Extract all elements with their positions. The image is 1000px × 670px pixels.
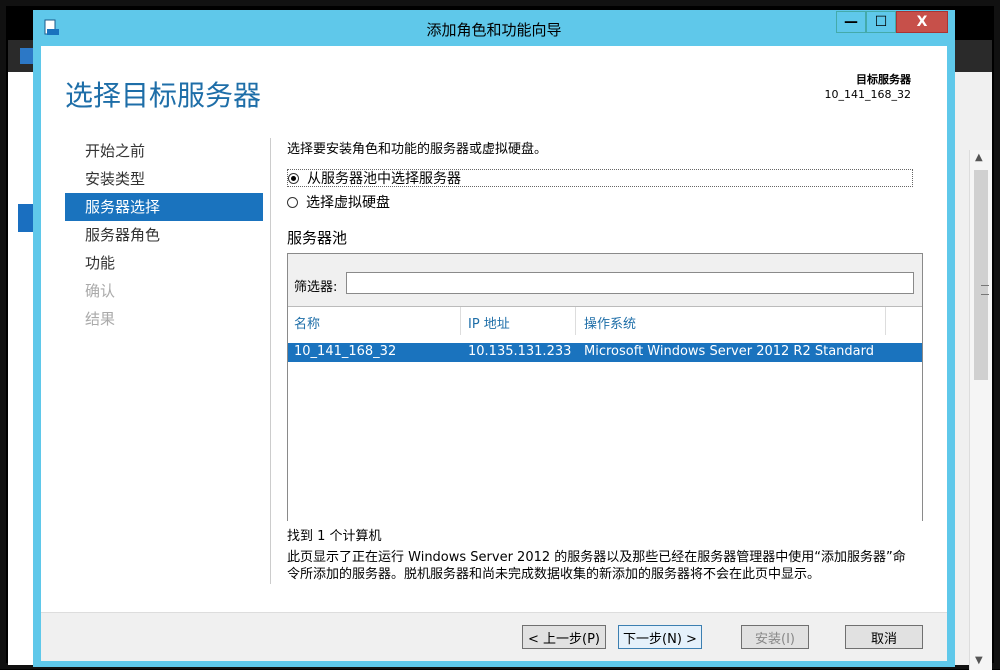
close-icon: X <box>916 14 928 30</box>
nav-item-installation-type[interactable]: 安装类型 <box>65 165 263 193</box>
column-header-ip[interactable]: IP 地址 <box>468 313 510 332</box>
target-server-info: 目标服务器 10_141_168_32 <box>825 71 912 101</box>
dialog-titlebar: 添加角色和功能向导 — ☐ X <box>33 10 955 46</box>
column-divider[interactable] <box>885 307 886 335</box>
filter-label: 筛选器: <box>294 280 338 295</box>
scroll-down-icon[interactable]: ▼ <box>975 655 983 666</box>
scroll-thumb[interactable] <box>974 170 989 380</box>
wizard-dialog: 添加角色和功能向导 — ☐ X 选择目标服务器 目标服务器 10_141_168… <box>33 10 955 667</box>
close-button[interactable]: X <box>896 11 948 33</box>
radio-checked-icon[interactable] <box>288 172 299 184</box>
table-row[interactable]: 10_141_168_32 10.135.131.233 Microsoft W… <box>288 343 922 362</box>
nav-item-before-you-begin[interactable]: 开始之前 <box>65 137 263 165</box>
radio-unchecked-icon[interactable] <box>287 196 298 208</box>
cell-name: 10_141_168_32 <box>294 344 397 359</box>
background-selected-item <box>18 204 34 232</box>
nav-item-results: 结果 <box>85 310 116 328</box>
maximize-button[interactable]: ☐ <box>866 11 896 33</box>
main-content: 选择要安装角色和功能的服务器或虚拟硬盘。 从服务器池中选择服务器 选择虚拟硬盘 … <box>287 138 927 582</box>
dialog-client: 选择目标服务器 目标服务器 10_141_168_32 开始之前 安装类型 服务… <box>41 46 947 661</box>
radio-vhd-label: 选择虚拟硬盘 <box>306 195 390 211</box>
cell-os: Microsoft Windows Server 2012 R2 Standar… <box>584 344 875 359</box>
server-pool-heading: 服务器池 <box>287 229 348 247</box>
column-divider[interactable] <box>460 307 461 335</box>
instruction-text: 选择要安装角色和功能的服务器或虚拟硬盘。 <box>287 142 548 157</box>
button-bar: < 上一步(P) 下一步(N) > 安装(I) 取消 <box>41 612 947 661</box>
dialog-title: 添加角色和功能向导 <box>426 21 562 39</box>
install-button[interactable]: 安装(I) <box>741 625 809 649</box>
nav-item-server-selection[interactable]: 服务器选择 <box>65 193 263 221</box>
target-server-value: 10_141_168_32 <box>824 88 912 101</box>
minimize-button[interactable]: — <box>836 11 866 33</box>
previous-button[interactable]: < 上一步(P) <box>522 625 606 649</box>
nav-item-confirmation: 确认 <box>85 282 116 300</box>
column-header-name[interactable]: 名称 <box>294 313 320 332</box>
cancel-button[interactable]: 取消 <box>845 625 923 649</box>
background-sidebar <box>8 72 34 665</box>
column-header-os[interactable]: 操作系统 <box>584 313 636 332</box>
next-button[interactable]: 下一步(N) > <box>618 625 702 649</box>
nav-item-server-roles[interactable]: 服务器角色 <box>65 221 263 249</box>
background-scrollbar[interactable]: ▲ ▼ <box>969 150 992 670</box>
radio-server-pool[interactable]: 从服务器池中选择服务器 <box>287 169 913 187</box>
minimize-icon: — <box>844 14 858 30</box>
description-text: 此页显示了正在运行 Windows Server 2012 的服务器以及那些已经… <box>287 550 906 582</box>
scroll-up-icon[interactable]: ▲ <box>975 152 983 163</box>
filter-input[interactable] <box>346 272 914 294</box>
maximize-icon: ☐ <box>874 14 888 30</box>
column-divider[interactable] <box>575 307 576 335</box>
server-table: 名称 IP 地址 操作系统 10_141_168_32 10.135.131.2… <box>288 306 922 521</box>
page-title: 选择目标服务器 <box>65 79 262 112</box>
found-count: 找到 1 个计算机 <box>287 529 382 544</box>
nav-divider <box>270 138 271 584</box>
cell-ip: 10.135.131.233 <box>468 344 572 359</box>
table-header: 名称 IP 地址 操作系统 <box>288 307 922 335</box>
nav-item-features[interactable]: 功能 <box>65 249 263 277</box>
radio-server-pool-label: 从服务器池中选择服务器 <box>307 171 461 187</box>
target-server-label: 目标服务器 <box>856 73 911 86</box>
wizard-nav: 开始之前 安装类型 服务器选择 服务器角色 功能 确认 结果 <box>65 137 263 333</box>
server-pool-panel: 筛选器: 名称 IP 地址 操作系统 10_141_168_32 10.135.… <box>287 253 923 521</box>
radio-vhd[interactable]: 选择虚拟硬盘 <box>287 192 390 212</box>
grip-icon <box>981 285 989 295</box>
